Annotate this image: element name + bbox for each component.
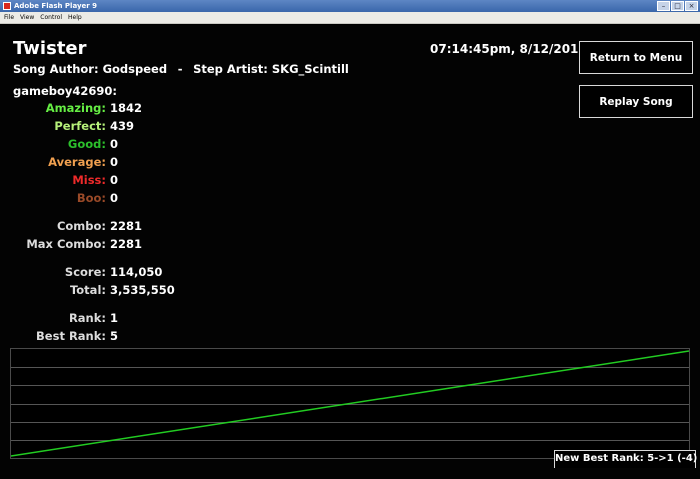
stat-label: Average: <box>48 155 106 169</box>
menu-file[interactable]: File <box>4 14 14 21</box>
stat-amazing: Amazing: 1842 <box>0 101 700 115</box>
results-screen: Twister Song Author: Godspeed - Step Art… <box>0 25 700 479</box>
author-label: Song Author: <box>13 62 99 76</box>
step-artist-label: Step Artist: <box>193 62 268 76</box>
return-to-menu-button[interactable]: Return to Menu <box>579 41 693 74</box>
stat-label: Best Rank: <box>36 329 106 343</box>
stat-boo: Boo: 0 <box>0 191 700 205</box>
stat-value: 0 <box>110 173 119 187</box>
stat-value: 5 <box>110 329 119 343</box>
window-title: Adobe Flash Player 9 <box>14 2 98 10</box>
stat-value: 0 <box>110 137 119 151</box>
menubar: File View Control Help <box>0 12 700 24</box>
stat-rank: Rank: 1 <box>0 311 700 325</box>
song-author: Godspeed <box>102 62 168 76</box>
stat-label: Good: <box>67 137 106 151</box>
stat-total: Total: 3,535,550 <box>0 283 700 297</box>
flash-player-icon <box>3 2 11 10</box>
timestamp: 07:14:45pm, 8/12/2012 <box>430 42 587 56</box>
score-graph <box>10 348 690 459</box>
stat-label: Combo: <box>56 219 106 233</box>
credits-separator: - <box>177 62 183 76</box>
window-titlebar: Adobe Flash Player 9 – □ × <box>0 0 700 12</box>
close-icon[interactable]: × <box>685 1 698 11</box>
stat-value: 1 <box>110 311 119 325</box>
stat-label: Perfect: <box>54 119 106 133</box>
stat-label: Amazing: <box>45 101 106 115</box>
stat-good: Good: 0 <box>0 137 700 151</box>
stat-value: 0 <box>110 155 119 169</box>
stat-label: Total: <box>69 283 106 297</box>
song-title: Twister <box>13 38 87 59</box>
stat-label: Boo: <box>76 191 106 205</box>
stat-value: 1842 <box>110 101 143 115</box>
menu-help[interactable]: Help <box>68 14 82 21</box>
stat-combo: Combo: 2281 <box>0 219 700 233</box>
stat-score: Score: 114,050 <box>0 265 700 279</box>
stat-best-rank: Best Rank: 5 <box>0 329 700 343</box>
player-name: gameboy42690: <box>13 84 118 98</box>
stat-value: 439 <box>110 119 135 133</box>
stat-label: Score: <box>64 265 106 279</box>
menu-view[interactable]: View <box>20 14 34 21</box>
new-best-rank-badge: New Best Rank: 5->1 (-4) <box>554 450 697 468</box>
stat-average: Average: 0 <box>0 155 700 169</box>
stat-label: Rank: <box>68 311 106 325</box>
stat-label: Max Combo: <box>26 237 106 251</box>
stat-value: 2281 <box>110 237 143 251</box>
stat-max-combo: Max Combo: 2281 <box>0 237 700 251</box>
song-credits: Song Author: Godspeed - Step Artist: SKG… <box>13 62 349 76</box>
stat-value: 114,050 <box>110 265 163 279</box>
minimize-icon[interactable]: – <box>657 1 670 11</box>
menu-control[interactable]: Control <box>40 14 62 21</box>
step-artist: SKG_Scintill <box>271 62 349 76</box>
maximize-icon[interactable]: □ <box>671 1 684 11</box>
stat-value: 3,535,550 <box>110 283 175 297</box>
stat-miss: Miss: 0 <box>0 173 700 187</box>
stat-value: 0 <box>110 191 119 205</box>
stat-value: 2281 <box>110 219 143 233</box>
stat-label: Miss: <box>72 173 106 187</box>
stat-perfect: Perfect: 439 <box>0 119 700 133</box>
score-graph-canvas <box>11 350 689 457</box>
window-controls: – □ × <box>657 1 698 11</box>
